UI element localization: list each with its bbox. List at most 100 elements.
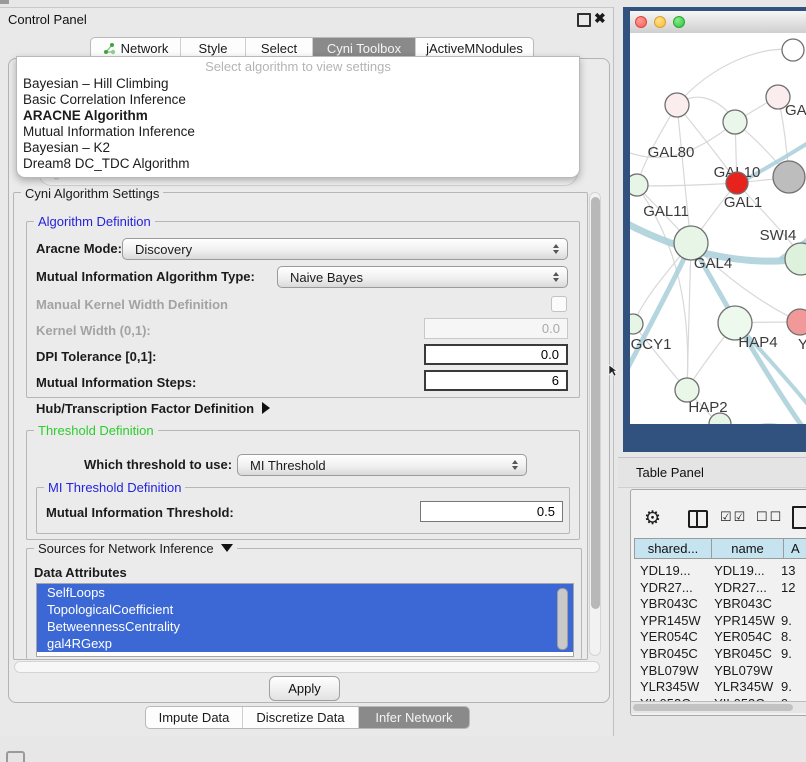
dpi-tolerance-label: DPI Tolerance [0,1]: — [36, 348, 156, 366]
table-hscrollbar-thumb[interactable] — [633, 704, 793, 711]
aracne-mode-value: Discovery — [135, 242, 192, 257]
dropdown-item-3[interactable]: Mutual Information Inference — [23, 124, 573, 140]
listbox-scrollbar[interactable] — [557, 588, 568, 650]
split-columns-icon[interactable] — [688, 510, 708, 528]
which-threshold-select[interactable]: MI Threshold — [237, 454, 527, 476]
tab-label: Style — [199, 41, 228, 56]
attribute-item-2[interactable]: BetweennessCentrality — [37, 618, 573, 635]
network-titlebar[interactable] — [630, 11, 806, 34]
table-row[interactable]: YLR345WYLR345W9. — [631, 679, 806, 696]
float-icon — [577, 13, 591, 27]
table-cell: YPR145W — [705, 613, 775, 630]
table-row[interactable]: YDL19...YDL19...13 — [631, 563, 806, 580]
dpi-tolerance-input[interactable] — [424, 344, 568, 365]
aracne-mode-select[interactable]: Discovery — [122, 238, 568, 260]
network-node-GCY1[interactable] — [630, 314, 643, 334]
close-button[interactable]: ✖ — [594, 11, 606, 25]
column-header-shared[interactable]: shared... — [634, 538, 712, 559]
apply-button-label: Apply — [288, 681, 321, 696]
table-row[interactable]: YPR145WYPR145W9. — [631, 613, 806, 630]
page-icon[interactable] — [792, 506, 806, 529]
network-node-GAL11[interactable] — [630, 174, 648, 196]
settings-scrollbar[interactable] — [589, 192, 601, 656]
select-all-icon[interactable]: ☑☑ — [720, 509, 747, 525]
mi-type-select[interactable]: Naive Bayes — [277, 266, 568, 288]
tab-label: Infer Network — [375, 710, 452, 725]
tab-infer-network[interactable]: Infer Network — [359, 707, 469, 728]
settings-scrollbar-thumb[interactable] — [591, 197, 600, 609]
hub-section-toggle[interactable]: Hub/Transcription Factor Definition — [36, 400, 270, 418]
network-edge[interactable] — [638, 183, 737, 186]
tab-label: Impute Data — [159, 710, 230, 725]
float-button[interactable] — [577, 13, 591, 27]
table-panel-titlebar: Table Panel — [618, 457, 806, 488]
stepper-icon — [553, 244, 559, 254]
network-node[interactable] — [782, 39, 804, 61]
table-cell: 9. — [775, 679, 806, 696]
attribute-item-3[interactable]: gal4RGexp — [37, 635, 573, 652]
table-row[interactable]: YER054CYER054C8. — [631, 629, 806, 646]
threshold-definition-title: Threshold Definition — [34, 423, 158, 438]
bottom-left-icon[interactable] — [6, 751, 25, 762]
network-node-Y[interactable] — [787, 309, 806, 335]
mi-threshold-label: Mutual Information Threshold: — [46, 504, 234, 522]
tab-label: Cyni Toolbox — [327, 41, 401, 56]
network-node-SWI4[interactable] — [785, 243, 806, 275]
dropdown-item-2[interactable]: ARACNE Algorithm — [23, 108, 573, 124]
network-node-label: GAL4 — [694, 255, 732, 272]
table-row[interactable]: YDR27...YDR27...12 — [631, 580, 806, 597]
table-cell: YBR043C — [631, 596, 705, 613]
dropdown-item-4[interactable]: Bayesian – K2 — [23, 140, 573, 156]
network-edge[interactable] — [677, 105, 691, 242]
table-row[interactable]: YBR045CYBR045C9. — [631, 646, 806, 663]
dropdown-item-list: Bayesian – Hill ClimbingBasic Correlatio… — [23, 76, 573, 172]
mi-threshold-input[interactable] — [420, 501, 563, 522]
mi-steps-label: Mutual Information Steps: — [36, 374, 196, 392]
network-node-label: GAL11 — [643, 203, 689, 220]
traffic-minimize-icon[interactable] — [654, 16, 666, 28]
network-edge[interactable] — [634, 325, 686, 389]
table-cell: 9. — [775, 646, 806, 663]
settings-hscrollbar[interactable] — [14, 661, 600, 673]
table-cell: 12 — [775, 580, 806, 597]
control-panel-title: Control Panel — [8, 9, 87, 31]
network-tab-icon — [103, 42, 116, 55]
hub-section-label: Hub/Transcription Factor Definition — [36, 401, 254, 416]
table-row[interactable]: YBR043CYBR043C — [631, 596, 806, 613]
network-node-GAL80[interactable] — [665, 93, 689, 117]
attribute-item-1[interactable]: TopologicalCoefficient — [37, 601, 573, 618]
table-cell: YBL079W — [631, 663, 705, 680]
mi-type-value: Naive Bayes — [290, 270, 363, 285]
stepper-icon — [512, 460, 518, 470]
deselect-all-icon[interactable]: ☐☐ — [756, 509, 783, 525]
tab-discretize-data[interactable]: Discretize Data — [243, 707, 359, 728]
table-cell: YDL19... — [631, 563, 705, 580]
kernel-width-label: Kernel Width (0,1): — [36, 322, 151, 340]
which-threshold-label: Which threshold to use: — [84, 456, 232, 474]
dropdown-item-5[interactable]: Dream8 DC_TDC Algorithm — [23, 156, 573, 172]
column-header-a[interactable]: A — [783, 538, 806, 559]
kernel-width-input[interactable] — [424, 318, 568, 339]
dropdown-item-1[interactable]: Basic Correlation Inference — [23, 92, 573, 108]
column-header-name[interactable]: name — [711, 538, 784, 559]
network-node-GAL1[interactable] — [726, 172, 748, 194]
traffic-close-icon[interactable] — [635, 16, 647, 28]
dropdown-item-0[interactable]: Bayesian – Hill Climbing — [23, 76, 573, 92]
table-cell: YDL19... — [705, 563, 775, 580]
gear-icon[interactable]: ⚙ — [644, 507, 661, 530]
mi-steps-input[interactable] — [424, 370, 568, 391]
network-node-GAL10[interactable] — [723, 110, 747, 134]
mouse-cursor-icon — [608, 364, 618, 377]
network-canvas[interactable]: GAL80GAL10GALGAL1GAL11GAL4SWI4HAP4GCY1YH… — [630, 33, 806, 424]
traffic-zoom-icon[interactable] — [673, 16, 685, 28]
network-node[interactable] — [773, 161, 805, 193]
apply-button[interactable]: Apply — [269, 676, 340, 701]
table-row[interactable]: YBL079WYBL079W — [631, 663, 806, 680]
table-hscrollbar[interactable] — [631, 701, 806, 713]
attribute-item-0[interactable]: SelfLoops — [37, 584, 573, 601]
sources-group-title: Sources for Network Inference — [38, 541, 214, 556]
sources-group-toggle[interactable]: Sources for Network Inference — [34, 541, 237, 556]
table-cell: YDR27... — [705, 580, 775, 597]
manual-kernel-checkbox[interactable] — [551, 296, 567, 312]
tab-impute-data[interactable]: Impute Data — [146, 707, 243, 728]
